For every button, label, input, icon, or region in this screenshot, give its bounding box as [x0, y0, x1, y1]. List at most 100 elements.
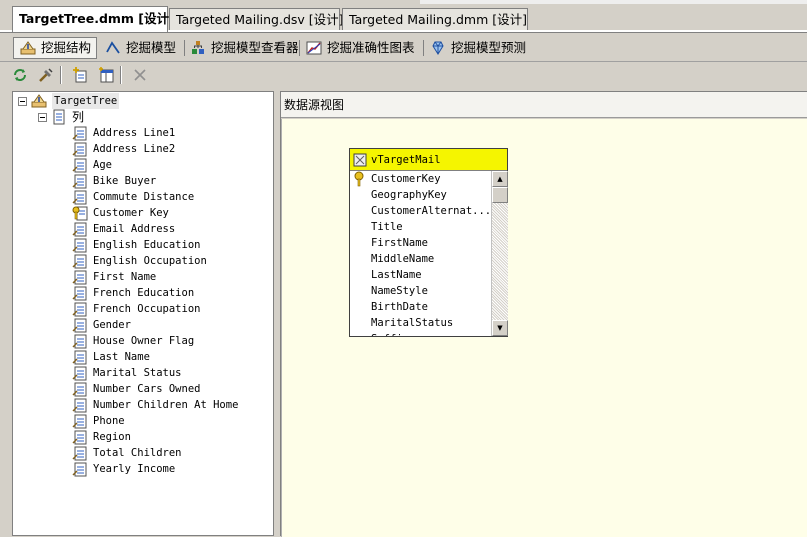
tree-column-label: Email Address	[93, 223, 176, 235]
tree-column-item[interactable]: Commute Distance	[72, 189, 194, 205]
table-column-row[interactable]: MiddleName	[350, 251, 490, 267]
process-icon	[12, 67, 28, 83]
table-title-bar[interactable]: vTargetMail	[350, 149, 507, 171]
table-column-row[interactable]: BirthDate	[350, 299, 490, 315]
toolbar-separator	[60, 66, 62, 84]
add-column-icon	[72, 67, 88, 83]
add-nested-table-button[interactable]	[95, 64, 117, 86]
tree-column-item[interactable]: Address Line1	[72, 125, 175, 141]
column-icon	[72, 285, 88, 301]
tree-column-item[interactable]: Number Children At Home	[72, 397, 238, 413]
tree-column-label: Address Line2	[93, 143, 176, 155]
table-column-row[interactable]: MaritalStatus	[350, 315, 490, 331]
table-column-row[interactable]: CustomerKey	[350, 171, 490, 187]
table-column-list: CustomerKey GeographyKey CustomerAlternat.…	[350, 171, 490, 336]
tree-column-item[interactable]: French Occupation	[72, 301, 200, 317]
table-scrollbar[interactable]: ▲ ▼	[491, 171, 508, 336]
tree-column-item[interactable]: First Name	[72, 269, 156, 285]
tree-column-item[interactable]: Age	[72, 157, 112, 173]
table-column-row[interactable]: Suffix	[350, 331, 490, 336]
tab-accuracy-chart[interactable]: 挖掘准确性图表	[300, 37, 424, 59]
table-column-row[interactable]: Title	[350, 219, 490, 235]
table-column-row[interactable]: FirstName	[350, 235, 490, 251]
column-icon	[72, 413, 88, 429]
tools-icon	[38, 67, 54, 83]
tab-label: TargetTree.dmm [设计]	[19, 11, 175, 26]
tree-column-item[interactable]: Phone	[72, 413, 125, 429]
add-column-button[interactable]	[69, 64, 91, 86]
tree-column-item[interactable]: French Education	[72, 285, 194, 301]
tab-targeted-mailing-dsv[interactable]: Targeted Mailing.dsv [设计]	[169, 8, 344, 30]
tree-column-label: English Occupation	[93, 255, 207, 267]
tree-column-label: Address Line1	[93, 127, 176, 139]
table-column-label: MaritalStatus	[371, 317, 454, 329]
tree-column-item[interactable]: House Owner Flag	[72, 333, 194, 349]
table-column-label: Title	[371, 221, 403, 233]
tree-root[interactable]: TargetTree	[18, 93, 120, 109]
scroll-track[interactable]	[492, 203, 508, 320]
tree-column-label: Number Cars Owned	[93, 383, 201, 395]
tree-column-item[interactable]: Number Cars Owned	[72, 381, 200, 397]
tree-column-item[interactable]: Bike Buyer	[72, 173, 156, 189]
column-icon	[72, 221, 88, 237]
table-name: vTargetMail	[371, 153, 441, 166]
scroll-down-arrow[interactable]: ▼	[492, 320, 508, 336]
collapse-icon[interactable]	[18, 96, 27, 106]
tree-column-label: Customer Key	[93, 207, 169, 219]
tree-root-label: TargetTree	[52, 93, 120, 109]
tree-column-item[interactable]: Region	[72, 429, 131, 445]
tree-column-label: Last Name	[93, 351, 150, 363]
tree-column-item[interactable]: Marital Status	[72, 365, 182, 381]
tab-model-viewer[interactable]: 挖掘模型查看器	[184, 37, 300, 59]
process-button[interactable]	[9, 64, 31, 86]
tab-mining-models[interactable]: 挖掘模型	[99, 37, 185, 59]
tree-column-item[interactable]: Customer Key	[72, 205, 169, 221]
tree-column-item[interactable]: Last Name	[72, 349, 150, 365]
column-icon	[72, 253, 88, 269]
tree-column-label: English Education	[93, 239, 201, 251]
tree-column-item[interactable]: Email Address	[72, 221, 175, 237]
tree-columns-folder[interactable]: 列	[38, 109, 84, 125]
scroll-thumb[interactable]	[492, 187, 508, 203]
tree-column-item[interactable]: Yearly Income	[72, 461, 175, 477]
toolbar-separator	[120, 66, 122, 84]
table-column-label: Suffix	[371, 331, 409, 336]
table-column-row[interactable]: CustomerAlternat...	[350, 203, 490, 219]
tree-column-label: French Education	[93, 287, 195, 299]
scroll-up-arrow[interactable]: ▲	[492, 171, 508, 187]
column-icon	[72, 189, 88, 205]
tree-column-item[interactable]: English Education	[72, 237, 200, 253]
delete-icon	[132, 67, 148, 83]
tree-column-item[interactable]: English Occupation	[72, 253, 207, 269]
delete-button[interactable]	[129, 64, 151, 86]
table-column-row[interactable]: GeographyKey	[350, 187, 490, 203]
table-column-label: MiddleName	[371, 253, 435, 265]
column-icon	[72, 141, 88, 157]
column-icon	[72, 237, 88, 253]
tab-targettree-dmm[interactable]: TargetTree.dmm [设计]	[12, 6, 175, 32]
mining-structure-icon	[31, 93, 47, 109]
tree-column-item[interactable]: Gender	[72, 317, 131, 333]
tree-column-item[interactable]: Address Line2	[72, 141, 175, 157]
tab-strip-highlight	[420, 0, 807, 4]
tools-button[interactable]	[35, 64, 57, 86]
dsv-table-vtargetmail[interactable]: vTargetMail CustomerKey GeographyKey Custo…	[349, 148, 508, 337]
column-icon	[72, 381, 88, 397]
mining-structure-tree: TargetTree 列 Address Line1 Address Line2 A…	[12, 91, 274, 536]
tab-targeted-mailing-dmm[interactable]: Targeted Mailing.dmm [设计]	[342, 8, 528, 30]
tree-column-label: Commute Distance	[93, 191, 195, 203]
tab-mining-structure[interactable]: 挖掘结构	[13, 37, 97, 59]
left-gutter	[0, 88, 12, 536]
table-column-label: GeographyKey	[371, 189, 447, 201]
tree-column-label: First Name	[93, 271, 157, 283]
tab-model-prediction[interactable]: 挖掘模型预测	[424, 37, 534, 59]
accuracy-chart-icon	[306, 40, 322, 56]
column-icon	[72, 173, 88, 189]
table-column-row[interactable]: LastName	[350, 267, 490, 283]
model-viewer-icon	[190, 40, 206, 56]
collapse-icon[interactable]	[38, 112, 47, 122]
tree-column-item[interactable]: Total Children	[72, 445, 182, 461]
table-column-label: CustomerKey	[371, 173, 441, 185]
table-column-row[interactable]: NameStyle	[350, 283, 490, 299]
tree-column-label: Total Children	[93, 447, 182, 459]
